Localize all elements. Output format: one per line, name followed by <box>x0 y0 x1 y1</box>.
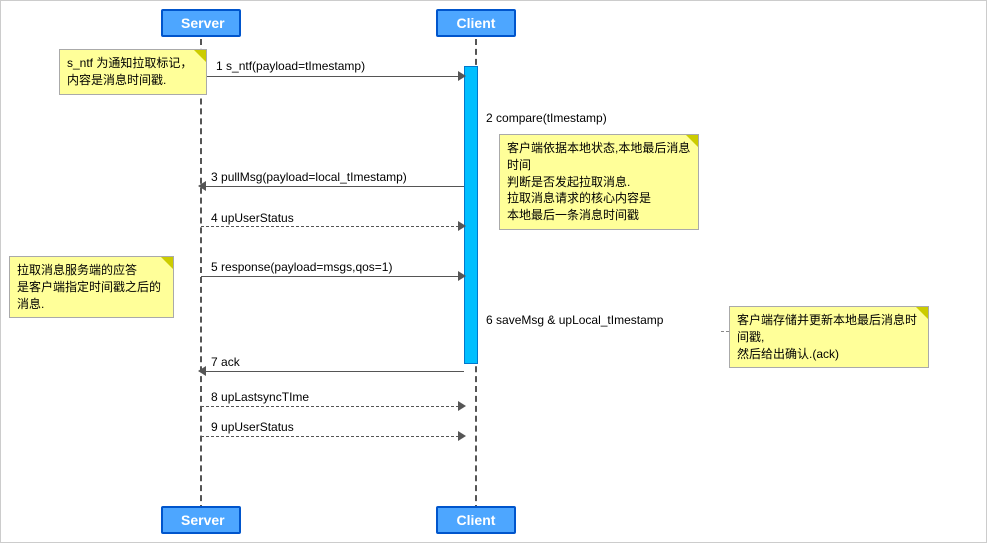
server-top-box: Server <box>161 9 241 37</box>
arrow-1-label: 1 s_ntf(payload=tImestamp) <box>216 59 365 73</box>
client-active-bar <box>464 66 478 364</box>
server-lifeline <box>200 39 202 511</box>
arrow-9-label: 9 upUserStatus <box>211 420 294 434</box>
arrow-3-head <box>198 181 206 191</box>
arrow-4-head <box>458 221 466 231</box>
arrow-8-label: 8 upLastsyncTIme <box>211 390 309 404</box>
arrow-3-line <box>201 186 464 187</box>
server-bottom-box: Server <box>161 506 241 534</box>
arrow-6-label: 6 saveMsg & upLocal_tImestamp <box>486 313 663 327</box>
arrow-8-head <box>458 401 466 411</box>
arrow-5-line <box>201 276 464 277</box>
note-response: 拉取消息服务端的应答 是客户端指定时间戳之后的消息. <box>9 256 174 318</box>
arrow-7-line <box>201 371 464 372</box>
arrow-9-line <box>201 436 464 437</box>
arrow-1-head <box>458 71 466 81</box>
arrow-4-label: 4 upUserStatus <box>211 211 294 225</box>
note-sntf: s_ntf 为通知拉取标记， 内容是消息时间戳. <box>59 49 207 95</box>
note-savemsg: 客户端存储并更新本地最后消息时间戳, 然后给出确认.(ack) <box>729 306 929 368</box>
arrow-9-head <box>458 431 466 441</box>
arrow-8-line <box>201 406 464 407</box>
arrow-3-label: 3 pullMsg(payload=local_tImestamp) <box>211 170 407 184</box>
arrow-7-label: 7 ack <box>211 355 240 369</box>
note-compare: 客户端依据本地状态,本地最后消息时间 判断是否发起拉取消息. 拉取消息请求的核心… <box>499 134 699 230</box>
sequence-diagram: Server Client Server Client 1 s_ntf(payl… <box>0 0 987 543</box>
client-top-box: Client <box>436 9 516 37</box>
arrow-5-label: 5 response(payload=msgs,qos=1) <box>211 260 392 274</box>
client-bottom-box: Client <box>436 506 516 534</box>
arrow-2-label: 2 compare(tImestamp) <box>486 111 607 125</box>
arrow-5-head <box>458 271 466 281</box>
arrow-7-head <box>198 366 206 376</box>
arrow-1-line <box>201 76 464 77</box>
arrow-4-line <box>201 226 464 227</box>
note4-connector <box>721 331 729 332</box>
